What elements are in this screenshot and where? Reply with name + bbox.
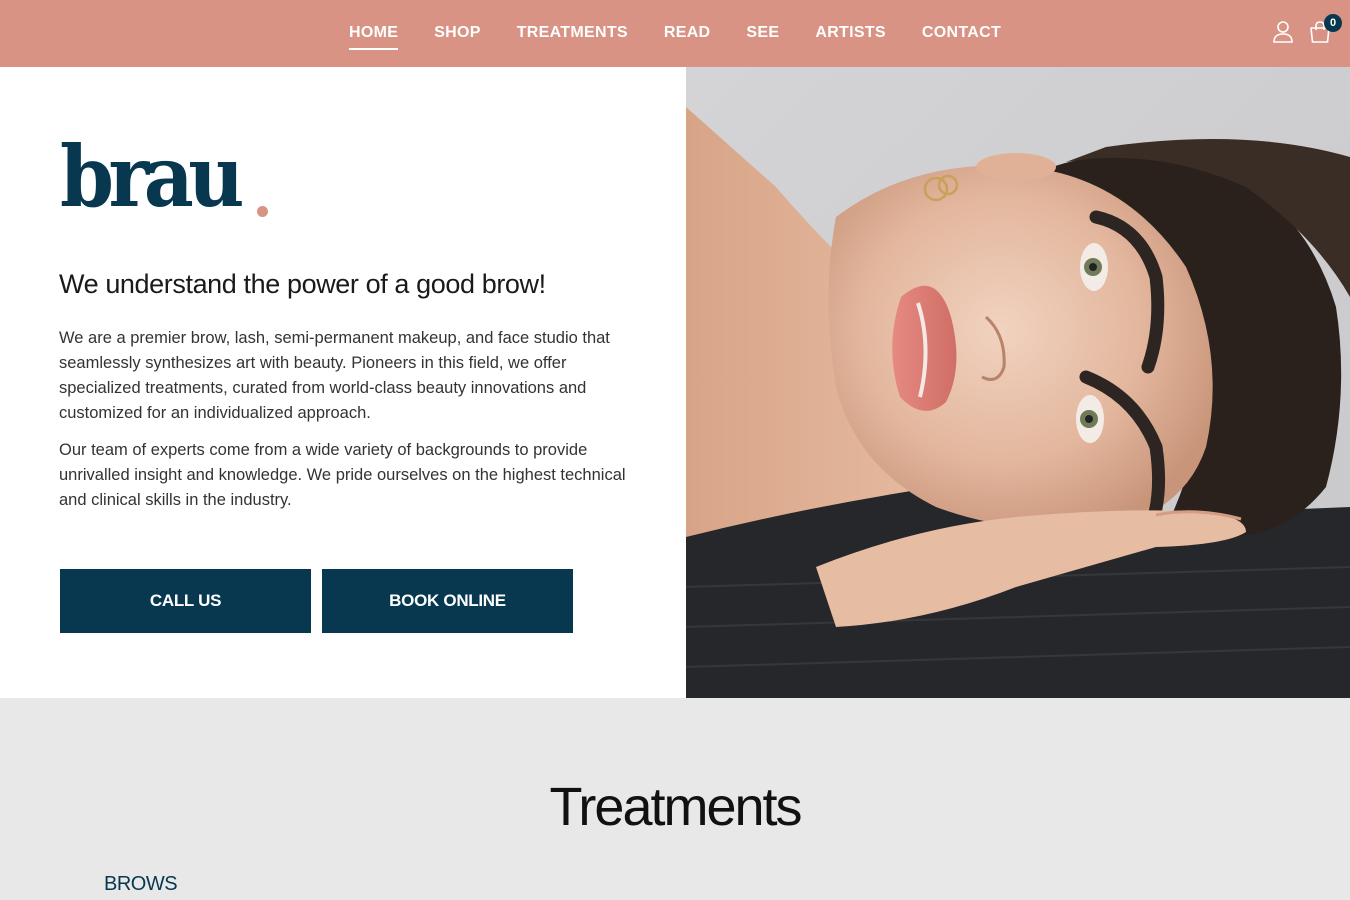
treatments-title: Treatments	[549, 777, 802, 837]
nav-link-home[interactable]: HOME	[348, 18, 399, 50]
nav-link-treatments[interactable]: TREATMENTS	[517, 18, 628, 50]
hero-photo	[686, 67, 1350, 698]
logo-wordmark: brau	[60, 127, 244, 226]
hero-paragraph-1: We are a premier brow, lash, semi-perman…	[59, 329, 610, 422]
nav-link-see[interactable]: SEE	[746, 18, 779, 50]
nav-link-read[interactable]: READ	[664, 18, 711, 50]
hero-intro: brau We understand the power of a good b…	[0, 67, 686, 698]
book-online-button[interactable]: BOOK ONLINE	[322, 569, 573, 633]
model-portrait-image	[686, 67, 1350, 698]
brand-logo[interactable]: brau	[60, 135, 268, 219]
cart-button[interactable]: 0	[1308, 14, 1342, 46]
logo-dot	[256, 206, 268, 217]
call-us-button[interactable]: CALL US	[60, 569, 311, 633]
treatments-section: Treatments BROWS	[0, 698, 1350, 900]
cart-count-badge: 0	[1324, 14, 1342, 32]
header-icons: 0	[1272, 14, 1342, 46]
nav-link-shop[interactable]: SHOP	[434, 18, 481, 50]
nav-link-contact[interactable]: CONTACT	[922, 18, 1001, 50]
nav-link-artists[interactable]: ARTISTS	[815, 18, 886, 50]
main-menu: HOME SHOP TREATMENTS READ SEE ARTISTS CO…	[0, 0, 1350, 67]
category-brows[interactable]: BROWS	[104, 873, 178, 896]
top-navigation: HOME SHOP TREATMENTS READ SEE ARTISTS CO…	[0, 0, 1350, 67]
user-icon	[1273, 21, 1293, 43]
hero-paragraph-2: Our team of experts come from a wide var…	[59, 441, 626, 509]
hero-heading: We understand the power of a good brow!	[59, 269, 546, 299]
account-button[interactable]	[1272, 20, 1296, 46]
